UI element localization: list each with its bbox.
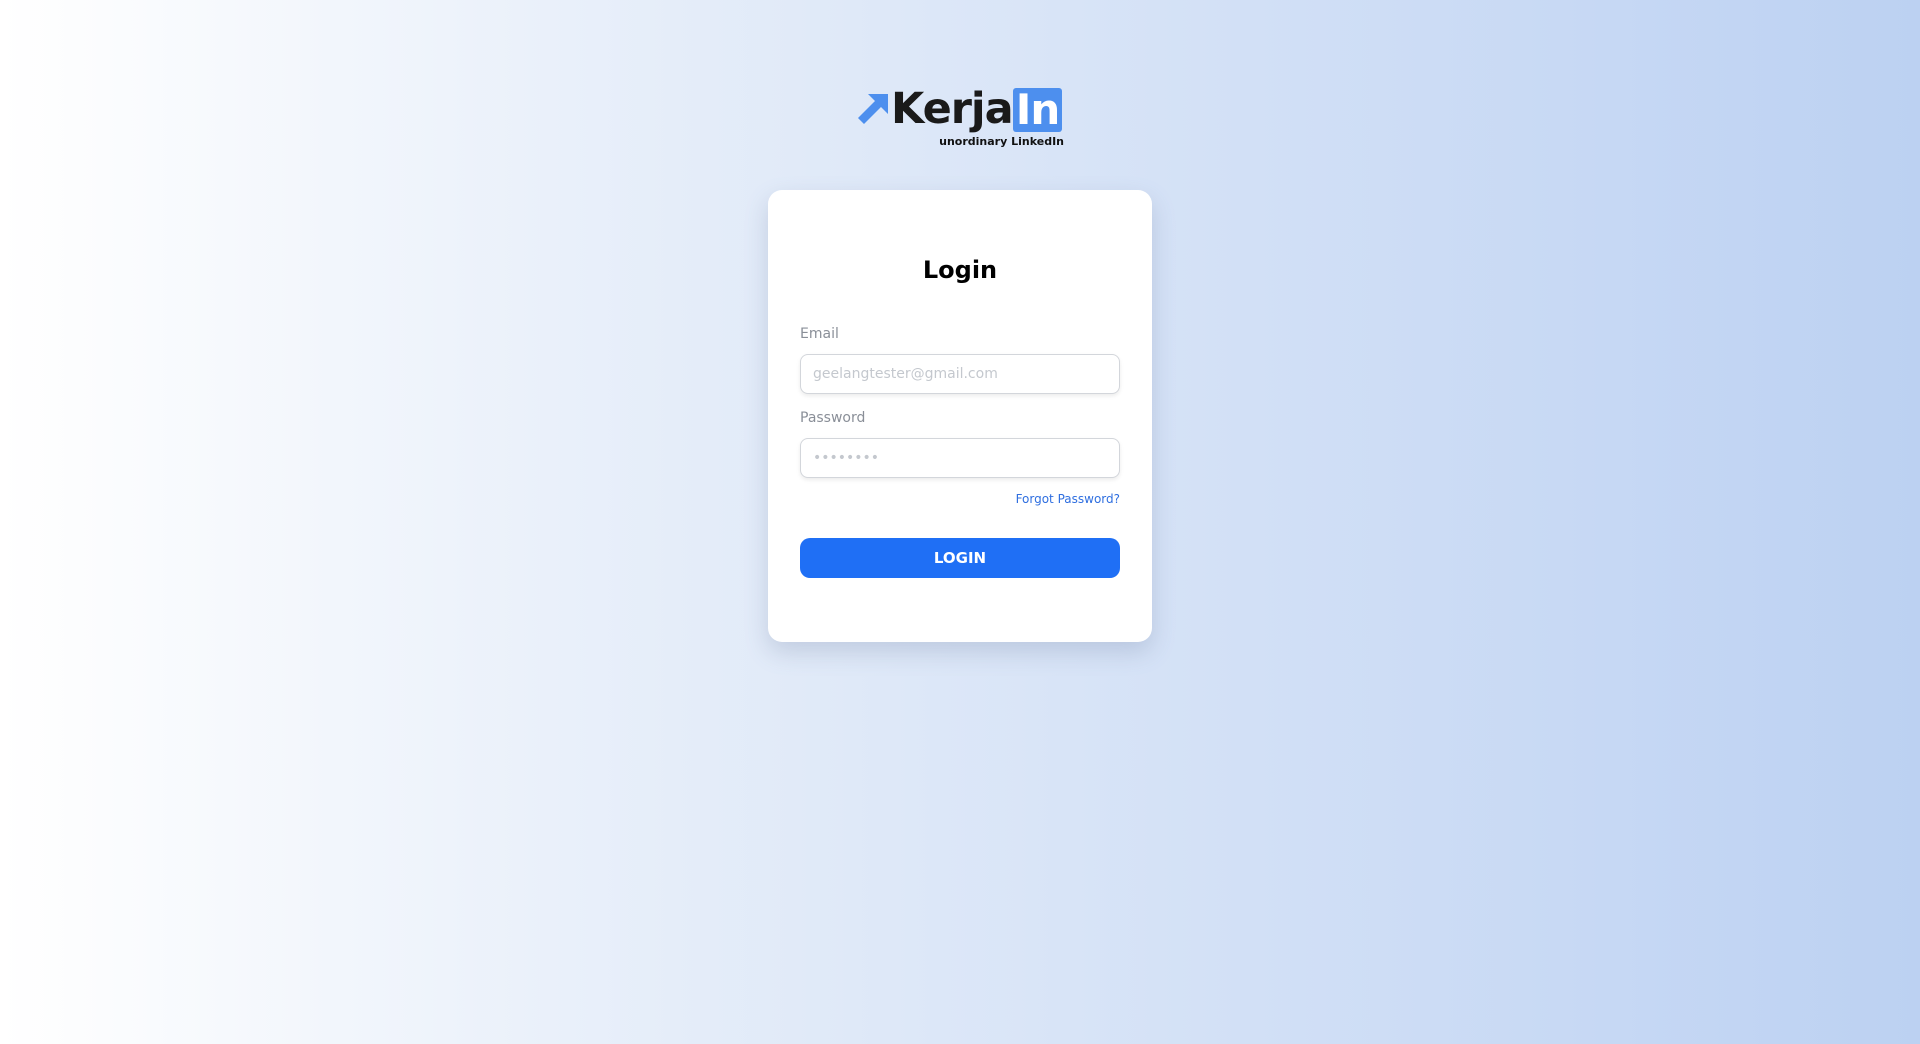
password-field[interactable] [800, 438, 1120, 478]
logo-wordmark: Kerja [891, 84, 1014, 134]
arrow-up-right-icon [858, 94, 888, 124]
password-label: Password [800, 410, 866, 426]
email-label: Email [800, 326, 839, 342]
email-field[interactable] [800, 354, 1120, 394]
page-title: Login [922, 256, 998, 284]
logo-in-box: In [1013, 88, 1062, 132]
forgot-password-link[interactable]: Forgot Password? [1016, 492, 1120, 506]
login-card: Login Email Password Forgot Password? LO… [768, 190, 1152, 642]
logo-tagline: unordinary LinkedIn [939, 135, 1064, 148]
login-button[interactable]: LOGIN [800, 538, 1120, 578]
kerjain-logo: Kerja In unordinary LinkedIn [856, 84, 1066, 152]
